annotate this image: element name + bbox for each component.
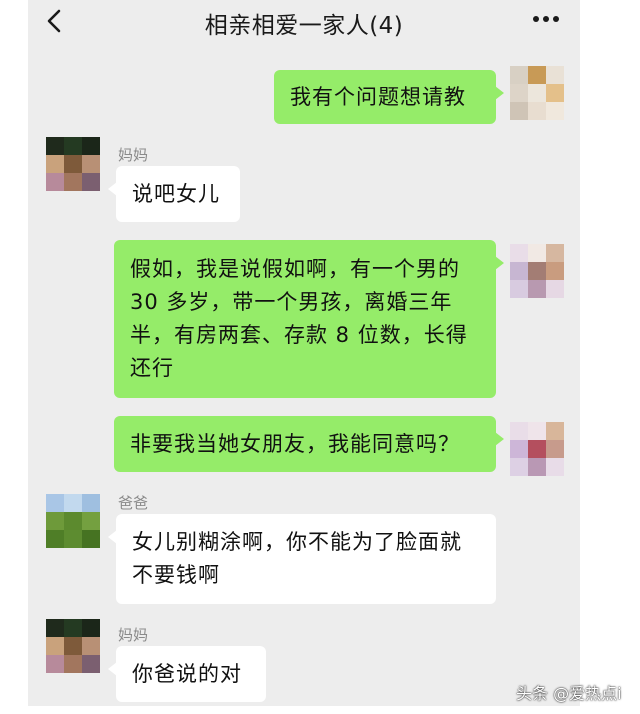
- message-text: 说吧女儿: [132, 182, 220, 206]
- my-avatar[interactable]: [510, 244, 564, 298]
- sender-name: 爸爸: [118, 494, 149, 512]
- message-bubble-incoming[interactable]: 你爸说的对: [108, 646, 266, 702]
- my-avatar[interactable]: [510, 422, 564, 476]
- more-dots-icon[interactable]: [532, 12, 560, 26]
- message-text: 我有个问题想请教: [290, 85, 466, 109]
- message-text: 非要我当她女朋友，我能同意吗？: [130, 432, 460, 456]
- screenshot-frame: 相亲相爱一家人(4) 我有个问题想请教 妈妈 说吧女儿 假如，我是说假如啊，有一…: [0, 0, 640, 714]
- mom-avatar[interactable]: [46, 619, 100, 673]
- message-line: 女儿别糊涂啊，你不能为了脸面就: [132, 530, 462, 554]
- message-line: 半，有房两套、存款 8 位数，长得: [130, 323, 468, 347]
- mom-avatar[interactable]: [46, 137, 100, 191]
- message-line: 假如，我是说假如啊，有一个男的: [130, 257, 460, 281]
- message-line: 30 多岁，带一个男孩，离婚三年: [130, 290, 453, 314]
- my-avatar[interactable]: [510, 66, 564, 120]
- chat-header: 相亲相爱一家人(4): [28, 0, 580, 46]
- dad-avatar[interactable]: [46, 494, 100, 548]
- message-line: 不要钱啊: [132, 563, 220, 587]
- chat-title: 相亲相爱一家人(4): [204, 13, 404, 39]
- message-bubble-outgoing[interactable]: 我有个问题想请教: [274, 70, 504, 124]
- watermark: 头条 @爱热点i: [516, 684, 622, 703]
- message-text: 你爸说的对: [132, 662, 242, 686]
- message-line: 还行: [130, 356, 174, 380]
- message-bubble-outgoing[interactable]: 非要我当她女朋友，我能同意吗？: [114, 416, 504, 472]
- message-bubble-incoming[interactable]: 说吧女儿: [108, 166, 240, 222]
- message-bubble-outgoing[interactable]: 假如，我是说假如啊，有一个男的 30 多岁，带一个男孩，离婚三年 半，有房两套、…: [114, 240, 504, 398]
- sender-name: 妈妈: [118, 626, 149, 644]
- message-bubble-incoming[interactable]: 女儿别糊涂啊，你不能为了脸面就 不要钱啊: [108, 514, 496, 604]
- sender-name: 妈妈: [118, 146, 149, 164]
- chat-screen: 相亲相爱一家人(4) 我有个问题想请教 妈妈 说吧女儿 假如，我是说假如啊，有一…: [28, 0, 580, 706]
